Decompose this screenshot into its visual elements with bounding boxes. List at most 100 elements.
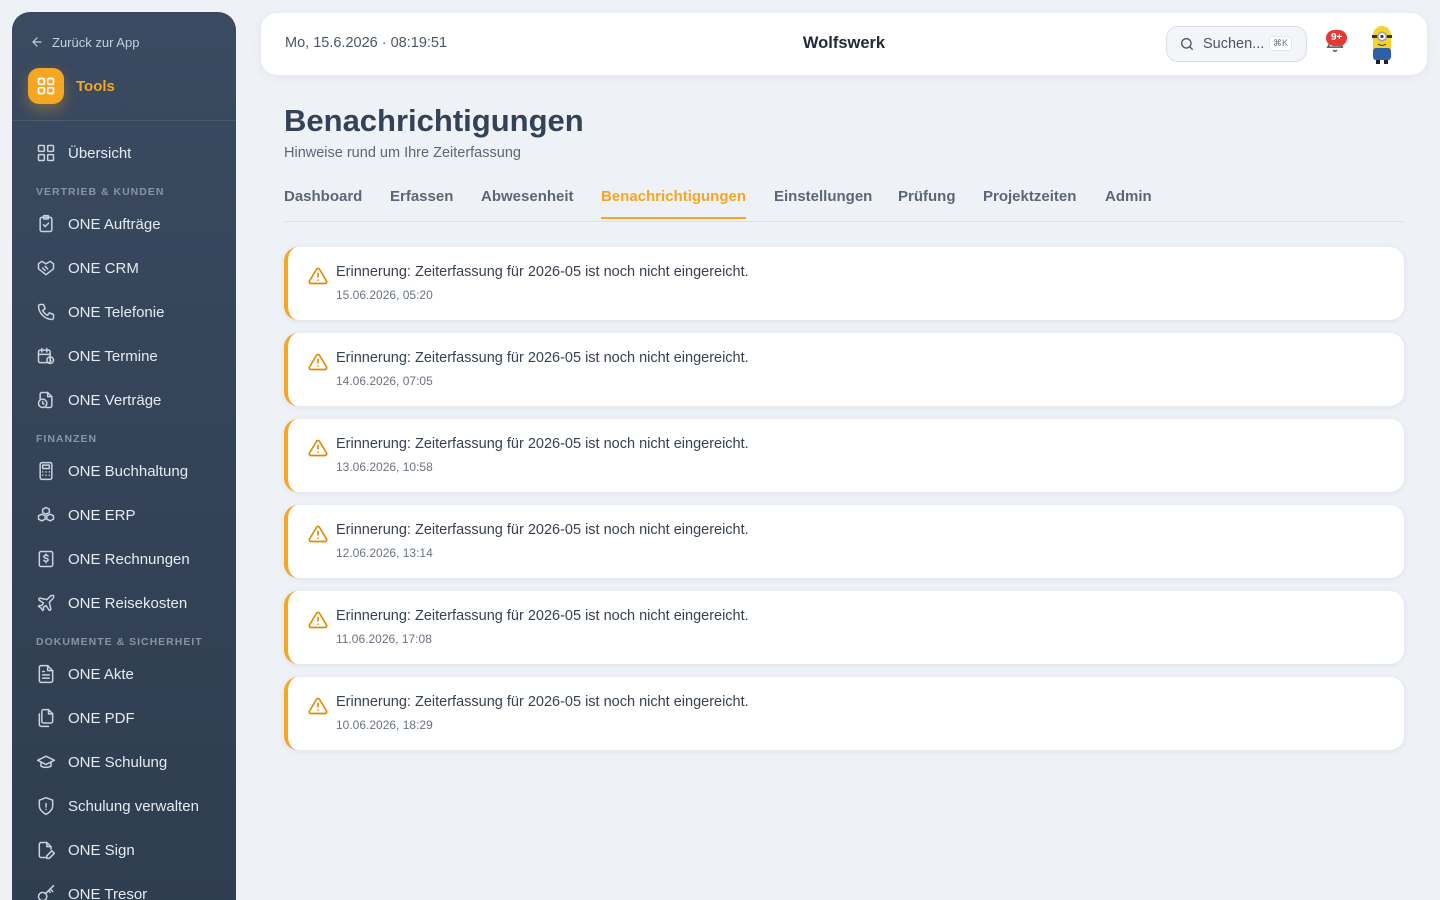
- avatar[interactable]: [1367, 22, 1397, 66]
- section-label-sales: Vertrieb & Kunden: [36, 186, 165, 198]
- file-clock-icon: [37, 391, 53, 409]
- notification-timestamp: 12.06.2026, 13:14: [336, 546, 433, 560]
- search-icon: [1181, 38, 1193, 50]
- warning-icon: [308, 697, 328, 715]
- search-shortcut: ⌘K: [1268, 36, 1292, 51]
- tab-dashboard[interactable]: Dashboard: [284, 188, 362, 217]
- sidebar-item-one-schulung[interactable]: ONE Schulung: [36, 750, 167, 774]
- sidebar-item-one-tresor[interactable]: ONE Tresor: [36, 882, 147, 900]
- notification-timestamp: 10.06.2026, 18:29: [336, 718, 433, 732]
- grid-icon: [37, 77, 55, 95]
- sidebar-item-label: ONE PDF: [68, 709, 135, 727]
- sidebar-item-one-rechnungen[interactable]: ONE Rechnungen: [36, 547, 190, 571]
- notification-card[interactable]: Erinnerung: Zeiterfassung für 2026-05 is…: [284, 333, 1404, 406]
- warning-icon: [308, 353, 328, 371]
- warning-icon: [308, 525, 328, 543]
- calculator-icon: [39, 461, 53, 481]
- sidebar-item-label: ONE Schulung: [68, 753, 168, 771]
- sidebar-item-one-crm[interactable]: ONE CRM: [36, 256, 139, 280]
- top-header: Mo, 15.6.2026 · 08:19:51 Wolfswerk Suche…: [261, 13, 1427, 75]
- section-label-documents: Dokumente & Sicherheit: [36, 636, 203, 648]
- sidebar-item-label: Übersicht: [68, 144, 132, 162]
- notification-message: Erinnerung: Zeiterfassung für 2026-05 is…: [336, 436, 749, 452]
- notification-message: Erinnerung: Zeiterfassung für 2026-05 is…: [336, 264, 749, 280]
- sidebar-item-one-auftraege[interactable]: ONE Aufträge: [36, 212, 161, 236]
- back-to-app-link[interactable]: Zurück zur App: [30, 33, 139, 51]
- files-icon: [38, 708, 54, 728]
- warning-icon: [308, 611, 328, 629]
- notification-message: Erinnerung: Zeiterfassung für 2026-05 is…: [336, 608, 749, 624]
- minion-avatar-icon: [1372, 26, 1392, 64]
- page-title: Benachrichtigungen: [284, 103, 584, 138]
- sidebar-item-one-pdf[interactable]: ONE PDF: [36, 706, 135, 730]
- tab-projektzeiten[interactable]: Projektzeiten: [983, 188, 1076, 217]
- notification-message: Erinnerung: Zeiterfassung für 2026-05 is…: [336, 522, 749, 538]
- graduation-cap-icon: [36, 755, 56, 769]
- tab-admin[interactable]: Admin: [1105, 188, 1152, 217]
- sidebar-item-overview[interactable]: Übersicht: [36, 141, 131, 165]
- tab-einstellungen[interactable]: Einstellungen: [774, 188, 872, 217]
- search-placeholder: Suchen...: [1203, 36, 1265, 52]
- calendar-clock-icon: [37, 347, 55, 365]
- sidebar-item-label: ONE Aufträge: [68, 215, 161, 233]
- page-subtitle: Hinweise rund um Ihre Zeiterfassung: [284, 145, 521, 161]
- sidebar-item-schulung-verwalten[interactable]: Schulung verwalten: [36, 794, 199, 818]
- key-icon: [37, 884, 55, 900]
- sidebar-item-one-telefonie[interactable]: ONE Telefonie: [36, 300, 164, 324]
- sidebar: Zurück zur App Tools Übersicht Vertrieb …: [12, 12, 236, 900]
- shield-icon: [38, 796, 54, 816]
- grid-icon: [37, 144, 55, 162]
- clipboard-check-icon: [39, 214, 53, 233]
- warning-icon: [308, 439, 328, 457]
- sidebar-item-label: ONE Buchhaltung: [68, 462, 189, 480]
- notification-message: Erinnerung: Zeiterfassung für 2026-05 is…: [336, 694, 749, 710]
- file-signature-icon: [38, 841, 56, 860]
- notification-message: Erinnerung: Zeiterfassung für 2026-05 is…: [336, 350, 749, 366]
- back-to-app-label: Zurück zur App: [52, 34, 140, 50]
- notification-timestamp: 14.06.2026, 07:05: [336, 374, 433, 388]
- file-text-icon: [38, 664, 54, 684]
- phone-icon: [37, 303, 55, 321]
- notification-card[interactable]: Erinnerung: Zeiterfassung für 2026-05 is…: [284, 247, 1404, 320]
- plane-icon: [37, 594, 55, 612]
- arrow-left-icon: [32, 37, 42, 47]
- sidebar-item-label: ONE ERP: [68, 506, 136, 524]
- sidebar-item-label: ONE Verträge: [68, 391, 162, 409]
- tab-pruefung[interactable]: Prüfung: [898, 188, 956, 217]
- notification-card[interactable]: Erinnerung: Zeiterfassung für 2026-05 is…: [284, 505, 1404, 578]
- sidebar-item-label: ONE Akte: [68, 665, 134, 683]
- sidebar-item-one-sign[interactable]: ONE Sign: [36, 838, 135, 862]
- tools-button[interactable]: Tools: [28, 68, 115, 104]
- sidebar-item-label: ONE Rechnungen: [68, 550, 190, 568]
- sidebar-item-label: ONE CRM: [68, 259, 139, 277]
- tools-label: Tools: [76, 77, 115, 95]
- tools-badge: [28, 68, 64, 104]
- notification-timestamp: 13.06.2026, 10:58: [336, 460, 433, 474]
- notification-timestamp: 15.06.2026, 05:20: [336, 288, 433, 302]
- section-label-finance: Finanzen: [36, 433, 98, 445]
- notification-card[interactable]: Erinnerung: Zeiterfassung für 2026-05 is…: [284, 419, 1404, 492]
- tab-abwesenheit[interactable]: Abwesenheit: [481, 188, 574, 217]
- sidebar-divider: [12, 120, 236, 121]
- sidebar-item-label: ONE Telefonie: [68, 303, 165, 321]
- sidebar-item-one-termine[interactable]: ONE Termine: [36, 344, 158, 368]
- tab-bar: Dashboard Erfassen Abwesenheit Benachric…: [284, 186, 1404, 222]
- boxes-icon: [37, 506, 55, 522]
- sidebar-item-one-akte[interactable]: ONE Akte: [36, 662, 134, 686]
- notification-card[interactable]: Erinnerung: Zeiterfassung für 2026-05 is…: [284, 677, 1404, 750]
- notification-timestamp: 11.06.2026, 17:08: [336, 632, 432, 646]
- warning-icon: [308, 267, 328, 285]
- search-input[interactable]: Suchen... ⌘K: [1166, 26, 1307, 62]
- sidebar-item-label: ONE Termine: [68, 347, 158, 365]
- sidebar-item-one-vertraege[interactable]: ONE Verträge: [36, 388, 161, 412]
- handshake-icon: [37, 260, 55, 276]
- sidebar-item-one-reisekosten[interactable]: ONE Reisekosten: [36, 591, 187, 615]
- sidebar-item-one-erp[interactable]: ONE ERP: [36, 503, 136, 527]
- tab-benachrichtigungen[interactable]: Benachrichtigungen: [601, 188, 747, 219]
- sidebar-item-label: ONE Reisekosten: [68, 594, 188, 612]
- notification-card[interactable]: Erinnerung: Zeiterfassung für 2026-05 is…: [284, 591, 1404, 664]
- sidebar-item-one-buchhaltung[interactable]: ONE Buchhaltung: [36, 459, 188, 483]
- tab-erfassen[interactable]: Erfassen: [390, 188, 453, 217]
- receipt-dollar-icon: [38, 550, 54, 568]
- notification-count-badge: 9+: [1326, 30, 1348, 46]
